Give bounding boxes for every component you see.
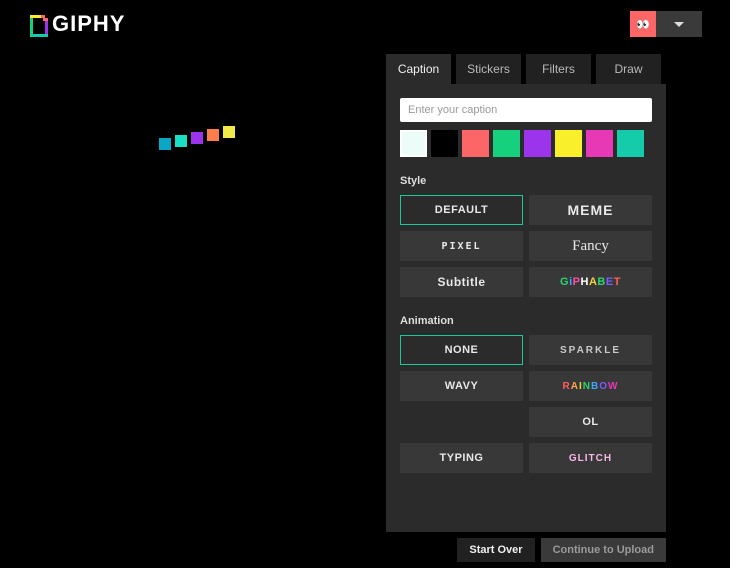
swatch-coral[interactable]	[462, 130, 489, 157]
loader-pixel	[175, 135, 187, 147]
swatch-purple[interactable]	[524, 130, 551, 157]
swatch-black[interactable]	[431, 130, 458, 157]
footer-actions: Start Over Continue to Upload	[386, 538, 666, 562]
loader-pixel	[207, 129, 219, 141]
style-option-fancy[interactable]: Fancy	[529, 231, 652, 261]
animation-option-wavy[interactable]: WAVY	[400, 371, 523, 401]
color-swatches	[400, 130, 652, 157]
animation-option-glitch[interactable]: GLITCH	[529, 443, 652, 473]
caption-input[interactable]	[400, 98, 652, 122]
user-dropdown[interactable]	[656, 11, 702, 37]
swatch-teal[interactable]	[617, 130, 644, 157]
animation-option-sparkle[interactable]: SPARKLE	[529, 335, 652, 365]
style-option-pixel[interactable]: PIXEL	[400, 231, 523, 261]
style-option-subtitle[interactable]: Subtitle	[400, 267, 523, 297]
swatch-yellow[interactable]	[555, 130, 582, 157]
swatch-green[interactable]	[493, 130, 520, 157]
style-option-alphabet[interactable]: GiPHABET	[529, 267, 652, 297]
style-option-meme[interactable]: MEME	[529, 195, 652, 225]
loader-pixel	[159, 138, 171, 150]
giphy-logo-icon	[28, 13, 46, 35]
animation-option-typing[interactable]: TYPING	[400, 443, 523, 473]
animation-option-ol[interactable]: OL	[529, 407, 652, 437]
loading-indicator	[159, 138, 235, 150]
continue-upload-button[interactable]: Continue to Upload	[541, 538, 666, 562]
tab-caption[interactable]: Caption	[386, 54, 451, 84]
brand-name: GIPHY	[52, 11, 125, 37]
start-over-button[interactable]: Start Over	[457, 538, 534, 562]
loader-pixel	[191, 132, 203, 144]
style-option-default[interactable]: DEFAULT	[400, 195, 523, 225]
user-menu[interactable]: 👀	[630, 11, 702, 37]
style-section-label: Style	[400, 175, 652, 187]
animation-option-rainbow[interactable]: RAINBOW	[529, 371, 652, 401]
tab-filters[interactable]: Filters	[526, 54, 591, 84]
avatar: 👀	[630, 11, 656, 37]
swatch-magenta[interactable]	[586, 130, 613, 157]
animation-option-none[interactable]: NONE	[400, 335, 523, 365]
tab-stickers[interactable]: Stickers	[456, 54, 521, 84]
loader-pixel	[223, 126, 235, 138]
editor-tabs: CaptionStickersFiltersDraw	[386, 54, 661, 84]
animation-options: NONESPARKLEWAVYRAINBOW OLTYPINGGLITCH	[400, 335, 652, 473]
swatch-white[interactable]	[400, 130, 427, 157]
caption-editor-panel: Style DEFAULTMEMEPIXELFancySubtitleGiPHA…	[386, 84, 666, 532]
animation-section-label: Animation	[400, 315, 652, 327]
gif-preview	[22, 84, 372, 204]
chevron-down-icon	[674, 22, 684, 27]
header: GIPHY 👀	[0, 0, 730, 46]
logo[interactable]: GIPHY	[28, 11, 125, 37]
style-options: DEFAULTMEMEPIXELFancySubtitleGiPHABET	[400, 195, 652, 297]
tab-draw[interactable]: Draw	[596, 54, 661, 84]
